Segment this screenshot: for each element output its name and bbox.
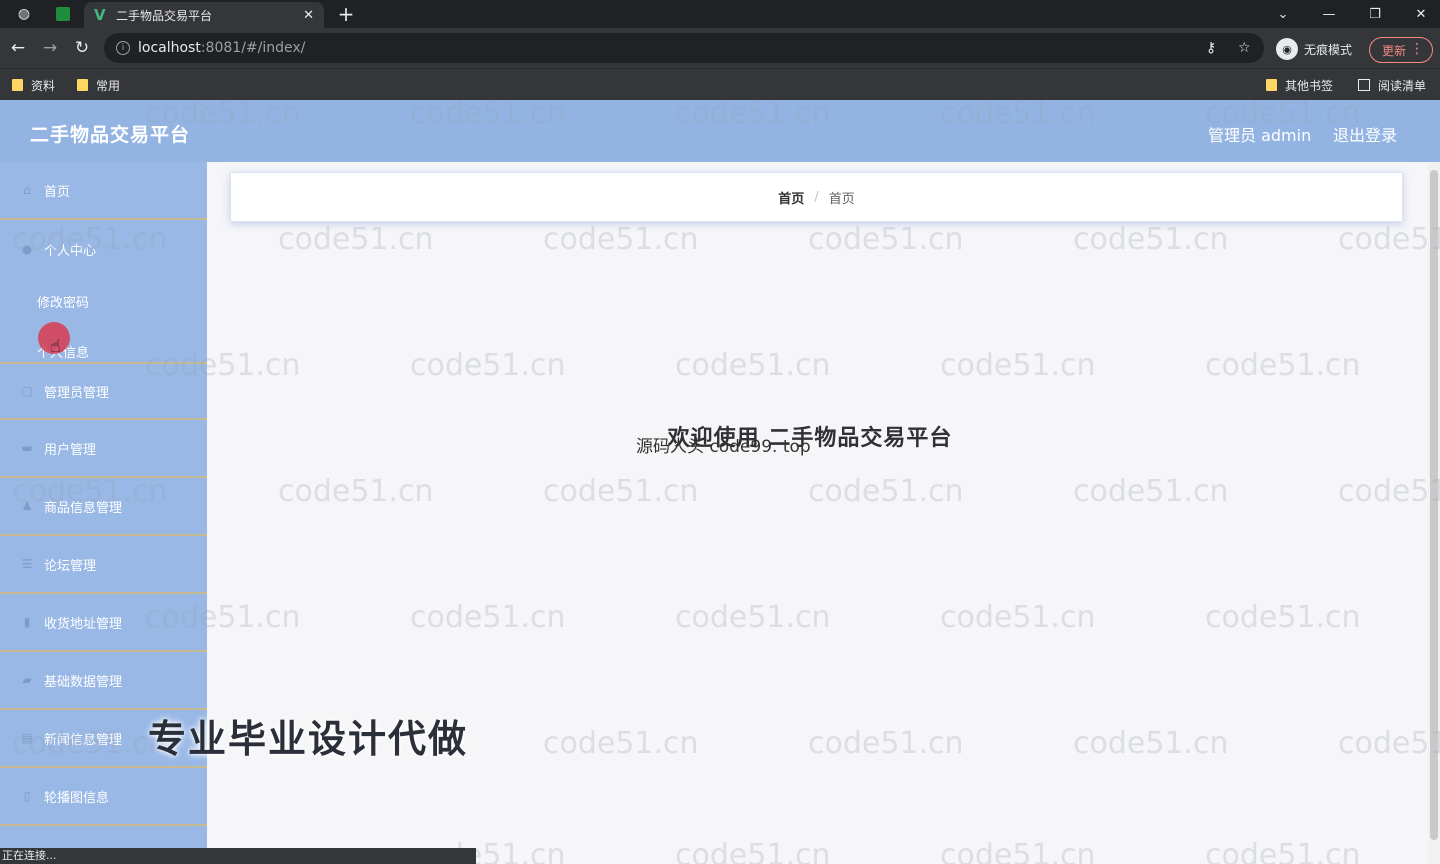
sidebar-item-label: 轮播图信息 — [44, 790, 110, 806]
star-icon[interactable]: ☆ — [1238, 40, 1251, 56]
address-bar[interactable]: i localhost:8081/#/index/ — [104, 33, 1264, 63]
bookmark-folder[interactable]: 资料 — [12, 75, 55, 95]
carousel-icon: ▯ — [23, 789, 31, 803]
sidebar-item-carousel-info[interactable]: ▯ 轮播图信息 — [0, 768, 207, 826]
incognito-icon: ◉ — [1276, 38, 1298, 60]
bookmark-folder[interactable]: 常用 — [77, 75, 120, 95]
sidebar-item-home[interactable]: ⌂ 首页 — [0, 162, 207, 220]
forward-button[interactable]: → — [38, 36, 62, 60]
key-icon[interactable]: ⚷ — [1206, 40, 1216, 56]
sidebar-item-address-management[interactable]: ▮ 收货地址管理 — [0, 594, 207, 652]
new-tab-button[interactable]: + — [334, 0, 358, 28]
sidebar-item-label: 首页 — [44, 184, 71, 200]
browser-tabstrip: ◍ V 二手物品交易平台 ✕ + ⌄ — ❐ ✕ — [0, 0, 1440, 28]
forum-icon: ☰ — [21, 557, 33, 571]
restore-button[interactable]: ❐ — [1352, 0, 1398, 28]
sidebar-item-label: 个人中心 — [44, 243, 97, 259]
bookmark-label: 常用 — [96, 78, 121, 93]
other-bookmarks[interactable]: 其他书签 — [1266, 75, 1333, 95]
reading-list[interactable]: 阅读清单 — [1358, 75, 1426, 95]
sidebar-subitem-change-password[interactable]: 修改密码 — [0, 276, 207, 326]
sidebar-item-label: 商品信息管理 — [44, 500, 123, 516]
hand-cursor-icon: ☝ — [50, 336, 61, 357]
sidebar-item-label: 基础数据管理 — [44, 674, 123, 690]
pinned-tab[interactable] — [52, 0, 74, 28]
admin-icon: ▢ — [21, 384, 33, 398]
more-menu-icon: ⋮ — [1410, 41, 1424, 57]
profile-label: 无痕模式 — [1304, 42, 1353, 57]
update-button[interactable]: 更新 ⋮ — [1369, 37, 1433, 63]
vue-favicon-icon: V — [94, 6, 106, 24]
overlay-source-text: 源码人头 code99. top — [636, 437, 811, 457]
sidebar-item-label: 论坛管理 — [44, 558, 97, 574]
user-icon: ● — [21, 242, 33, 256]
sidebar-item-goods-management[interactable]: ♟ 商品信息管理 — [0, 478, 207, 536]
reading-list-label: 阅读清单 — [1378, 78, 1427, 93]
incognito-profile[interactable]: ◉ 无痕模式 — [1276, 37, 1352, 61]
sidebar-item-admin-management[interactable]: ▢ 管理员管理 — [0, 362, 207, 420]
breadcrumb-home[interactable]: 首页 — [778, 188, 804, 207]
folder-icon — [1266, 79, 1277, 91]
goods-icon: ♟ — [21, 499, 33, 513]
browser-tab-active[interactable]: V 二手物品交易平台 ✕ — [84, 2, 324, 28]
news-icon: ▤ — [21, 731, 33, 745]
other-bookmarks-label: 其他书签 — [1285, 78, 1334, 93]
overlay-ad-text: 专业毕业设计代做 — [148, 717, 469, 761]
chart-icon: ▮ — [23, 615, 31, 629]
sidebar-item-personal-center[interactable]: ● 个人中心 — [0, 220, 207, 278]
bookmark-label: 资料 — [31, 78, 56, 93]
site-info-icon[interactable]: i — [116, 41, 130, 55]
reading-list-icon — [1358, 79, 1370, 91]
tab-title: 二手物品交易平台 — [116, 8, 213, 23]
close-window-button[interactable]: ✕ — [1398, 0, 1440, 28]
logout-button[interactable]: 退出登录 — [1333, 122, 1397, 146]
reload-button[interactable]: ↻ — [70, 36, 94, 60]
url-host: localhost — [138, 40, 201, 56]
data-icon: ▰ — [22, 673, 32, 687]
tab-list-icon[interactable]: ⌄ — [1260, 0, 1306, 28]
sidebar-item-label: 新闻信息管理 — [44, 732, 123, 748]
folder-icon — [77, 79, 88, 91]
url-path: :8081/#/index/ — [200, 40, 306, 56]
update-label: 更新 — [1382, 43, 1407, 58]
browser-toolbar: ← → ↻ i localhost:8081/#/index/ ⚷ ☆ ◉ 无痕… — [0, 28, 1440, 68]
scrollbar-thumb[interactable] — [1430, 170, 1438, 840]
bookmarks-bar: 资料 常用 其他书签 阅读清单 — [0, 68, 1440, 100]
sidebar-item-forum-management[interactable]: ☰ 论坛管理 — [0, 536, 207, 594]
sidebar-item-basic-data-management[interactable]: ▰ 基础数据管理 — [0, 652, 207, 710]
sidebar-item-label: 管理员管理 — [44, 385, 110, 401]
sidebar-item-label: 修改密码 — [37, 295, 90, 311]
sidebar-item-label: 收货地址管理 — [44, 616, 123, 632]
folder-icon — [12, 79, 23, 91]
status-bar: 正在连接... — [0, 848, 476, 864]
admin-label: 管理员 admin — [1208, 126, 1312, 145]
breadcrumb-current: 首页 — [828, 191, 855, 207]
minimize-button[interactable]: — — [1306, 0, 1352, 28]
breadcrumb: 首页 / 首页 — [230, 172, 1403, 222]
tab-search-icon[interactable]: ◍ — [12, 0, 36, 28]
breadcrumb-separator: / — [814, 189, 819, 205]
app-title: 二手物品交易平台 — [30, 124, 191, 146]
close-tab-icon[interactable]: ✕ — [303, 8, 314, 23]
app-header: 二手物品交易平台 管理员 admin 退出登录 — [0, 100, 1440, 162]
home-icon: ⌂ — [23, 183, 31, 197]
back-button[interactable]: ← — [6, 36, 30, 60]
